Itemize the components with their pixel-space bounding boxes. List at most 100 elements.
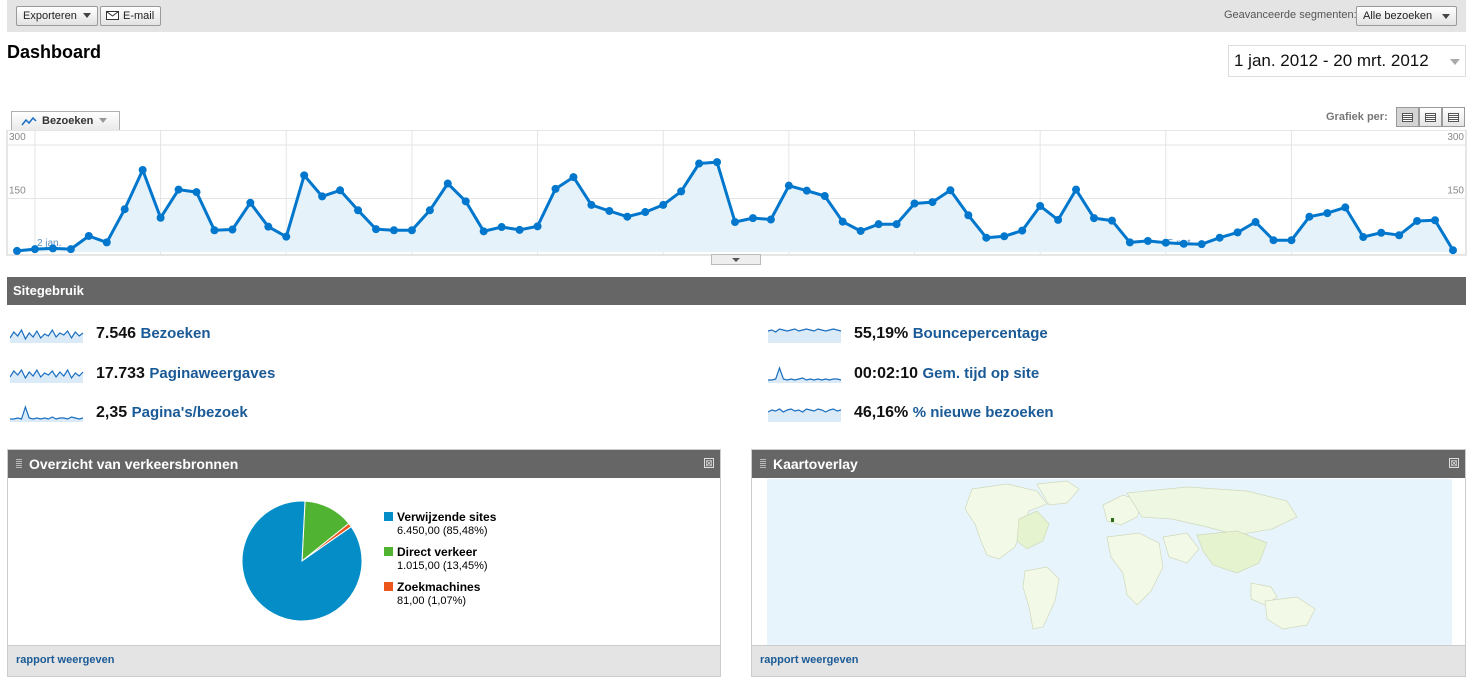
data-point[interactable] xyxy=(910,199,919,208)
data-point[interactable] xyxy=(156,213,165,222)
data-point[interactable] xyxy=(192,188,201,197)
data-point[interactable] xyxy=(784,181,793,190)
data-point[interactable] xyxy=(1197,240,1206,249)
data-point[interactable] xyxy=(802,186,811,195)
data-point[interactable] xyxy=(1125,238,1134,247)
close-icon[interactable]: ⊠ xyxy=(1449,458,1459,468)
data-point[interactable] xyxy=(282,232,291,241)
date-range-picker[interactable]: 1 jan. 2012 - 20 mrt. 2012 xyxy=(1228,45,1466,77)
data-point[interactable] xyxy=(1143,236,1152,245)
data-point[interactable] xyxy=(587,200,596,209)
data-point[interactable] xyxy=(48,244,57,253)
graph-by-month-button[interactable] xyxy=(1442,107,1465,127)
world-map[interactable] xyxy=(767,479,1452,646)
data-point[interactable] xyxy=(766,215,775,224)
data-point[interactable] xyxy=(1090,214,1098,223)
drag-handle-icon[interactable] xyxy=(16,459,22,469)
data-point[interactable] xyxy=(731,218,739,227)
data-point[interactable] xyxy=(246,198,255,207)
data-point[interactable] xyxy=(138,165,147,174)
drag-handle-icon[interactable] xyxy=(760,459,766,469)
data-point[interactable] xyxy=(1107,216,1116,225)
data-point[interactable] xyxy=(892,220,901,229)
metric-label[interactable]: Pagina's/bezoek xyxy=(132,404,248,421)
data-point[interactable] xyxy=(443,179,452,188)
data-point[interactable] xyxy=(497,223,506,232)
data-point[interactable] xyxy=(1449,246,1457,255)
data-point[interactable] xyxy=(1251,218,1260,227)
data-point[interactable] xyxy=(748,214,757,223)
metric-label[interactable]: % nieuwe bezoeken xyxy=(913,404,1054,421)
data-point[interactable] xyxy=(515,225,524,234)
data-point[interactable] xyxy=(641,208,650,217)
data-point[interactable] xyxy=(479,227,488,236)
data-point[interactable] xyxy=(1054,215,1063,224)
data-point[interactable] xyxy=(174,185,183,194)
data-point[interactable] xyxy=(407,226,416,235)
data-point[interactable] xyxy=(1072,185,1081,194)
chart-collapse-handle[interactable] xyxy=(711,254,761,265)
data-point[interactable] xyxy=(228,225,237,234)
data-point[interactable] xyxy=(1269,236,1278,245)
data-point[interactable] xyxy=(102,238,111,247)
data-point[interactable] xyxy=(84,231,93,240)
data-point[interactable] xyxy=(928,198,937,207)
export-button[interactable]: Exporteren xyxy=(16,6,98,26)
data-point[interactable] xyxy=(1359,233,1368,242)
traffic-report-link[interactable]: rapport weergeven xyxy=(8,645,720,676)
data-point[interactable] xyxy=(533,222,542,231)
metric-label[interactable]: Paginaweergaves xyxy=(149,365,275,382)
data-point[interactable] xyxy=(964,211,973,220)
data-point[interactable] xyxy=(1341,203,1350,212)
data-point[interactable] xyxy=(1000,232,1009,241)
map-overlay-header[interactable]: Kaartoverlay ⊠ xyxy=(752,450,1465,478)
metric-label[interactable]: Bouncepercentage xyxy=(913,325,1048,342)
data-point[interactable] xyxy=(1287,236,1296,245)
data-point[interactable] xyxy=(677,187,686,196)
data-point[interactable] xyxy=(389,226,398,235)
data-point[interactable] xyxy=(264,222,273,231)
data-point[interactable] xyxy=(1233,228,1242,237)
data-point[interactable] xyxy=(30,245,39,254)
data-point[interactable] xyxy=(66,245,75,254)
segments-select[interactable]: Alle bezoeken xyxy=(1356,6,1457,26)
data-point[interactable] xyxy=(946,186,955,195)
data-point[interactable] xyxy=(1161,238,1170,247)
data-point[interactable] xyxy=(120,205,129,214)
data-point[interactable] xyxy=(551,184,560,193)
data-point[interactable] xyxy=(874,220,883,229)
email-button[interactable]: E-mail xyxy=(100,6,162,26)
graph-by-day-button[interactable] xyxy=(1396,107,1419,127)
data-point[interactable] xyxy=(838,217,847,226)
data-point[interactable] xyxy=(623,212,632,221)
data-point[interactable] xyxy=(695,159,704,168)
map-report-link[interactable]: rapport weergeven xyxy=(752,645,1465,676)
data-point[interactable] xyxy=(713,158,722,167)
data-point[interactable] xyxy=(1036,201,1045,210)
data-point[interactable] xyxy=(1395,231,1404,240)
data-point[interactable] xyxy=(605,206,614,215)
metric-select-tab[interactable]: Bezoeken xyxy=(11,111,120,131)
data-point[interactable] xyxy=(659,200,668,209)
data-point[interactable] xyxy=(1377,228,1386,237)
data-point[interactable] xyxy=(300,171,309,180)
data-point[interactable] xyxy=(1305,212,1314,221)
data-point[interactable] xyxy=(820,192,829,201)
traffic-sources-header[interactable]: Overzicht van verkeersbronnen ⊠ xyxy=(8,450,720,478)
data-point[interactable] xyxy=(982,233,991,242)
data-point[interactable] xyxy=(1179,239,1188,248)
metric-label[interactable]: Gem. tijd op site xyxy=(923,365,1040,382)
data-point[interactable] xyxy=(336,186,345,195)
data-point[interactable] xyxy=(461,197,470,206)
data-point[interactable] xyxy=(372,225,380,234)
graph-by-week-button[interactable] xyxy=(1419,107,1442,127)
data-point[interactable] xyxy=(354,206,363,215)
data-point[interactable] xyxy=(1323,209,1332,218)
data-point[interactable] xyxy=(1215,233,1224,242)
data-point[interactable] xyxy=(13,246,21,255)
data-point[interactable] xyxy=(210,226,219,235)
data-point[interactable] xyxy=(1431,216,1440,225)
data-point[interactable] xyxy=(318,192,327,201)
metric-label[interactable]: Bezoeken xyxy=(141,325,211,342)
data-point[interactable] xyxy=(569,173,578,182)
